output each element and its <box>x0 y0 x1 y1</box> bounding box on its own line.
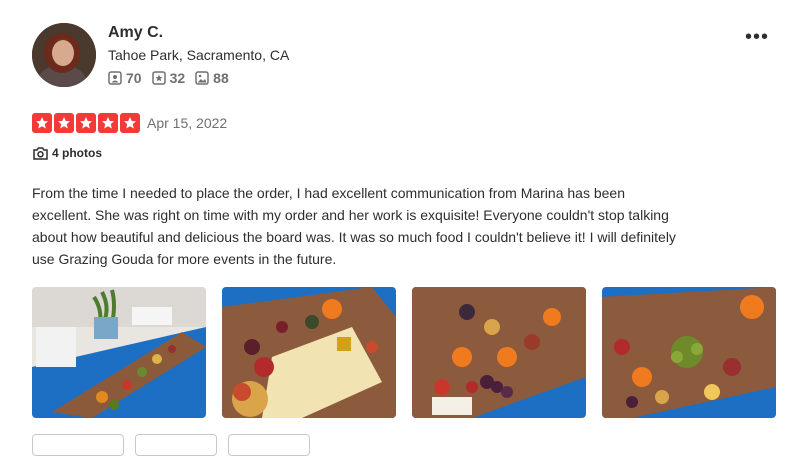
thanks-button[interactable] <box>135 434 217 456</box>
helpful-button[interactable] <box>32 434 124 456</box>
photos-count: 88 <box>195 70 229 86</box>
star-rating <box>32 113 142 133</box>
reviews-count-value: 32 <box>169 70 186 86</box>
user-stats: 70 32 88 <box>108 70 239 86</box>
star-icon <box>54 113 74 133</box>
friends-count-value: 70 <box>126 70 142 86</box>
star-icon <box>98 113 118 133</box>
review-photo[interactable] <box>412 287 586 418</box>
review-photo[interactable] <box>32 287 206 418</box>
more-options-icon[interactable]: ••• <box>745 27 769 47</box>
photos-link[interactable]: 4 photos <box>33 146 102 160</box>
user-name[interactable]: Amy C. <box>108 24 163 42</box>
review-photo[interactable] <box>222 287 396 418</box>
star-icon <box>76 113 96 133</box>
reviews-icon <box>151 71 166 85</box>
friends-icon <box>108 71 122 85</box>
photos-link-label[interactable]: 4 photos <box>52 146 102 160</box>
photos-icon <box>195 71 209 85</box>
avatar[interactable] <box>32 23 96 87</box>
review-photo[interactable] <box>602 287 776 418</box>
reviews-count: 32 <box>151 70 186 86</box>
star-icon <box>32 113 52 133</box>
user-location: Tahoe Park, Sacramento, CA <box>108 47 290 63</box>
camera-icon <box>33 146 48 160</box>
love-this-button[interactable] <box>228 434 310 456</box>
friends-count: 70 <box>108 70 142 86</box>
photos-count-value: 88 <box>213 70 229 86</box>
review-date: Apr 15, 2022 <box>147 115 228 131</box>
review-text: From the time I needed to place the orde… <box>32 185 676 267</box>
star-icon <box>120 113 140 133</box>
